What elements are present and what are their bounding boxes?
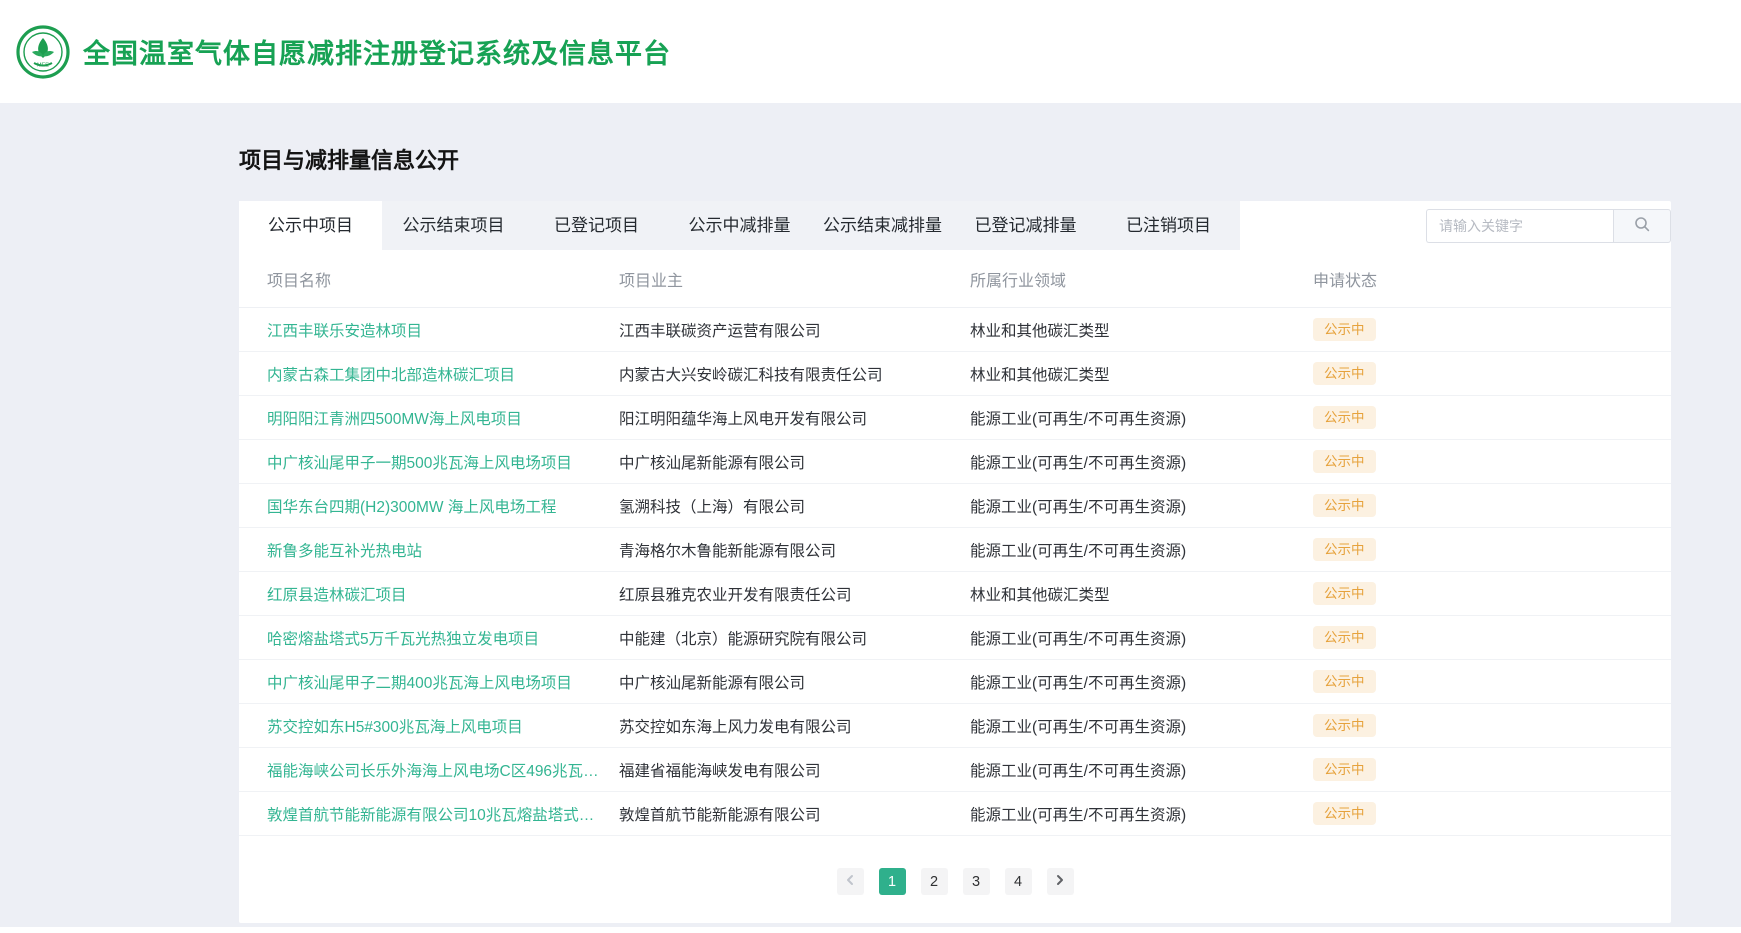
- project-owner-cell: 阳江明阳蕴华海上风电开发有限公司: [619, 407, 970, 429]
- table-row: 江西丰联乐安造林项目 江西丰联碳资产运营有限公司 林业和其他碳汇类型 公示中: [239, 308, 1671, 352]
- search-input[interactable]: [1426, 209, 1613, 243]
- industry-cell: 能源工业(可再生/不可再生资源): [970, 539, 1313, 561]
- project-owner-cell: 中广核汕尾新能源有限公司: [619, 671, 970, 693]
- column-header-project-name: 项目名称: [267, 267, 619, 291]
- project-name-link[interactable]: 明阳阳江青洲四500MW海上风电项目: [267, 407, 619, 429]
- page-button[interactable]: 2: [921, 868, 948, 895]
- industry-cell: 林业和其他碳汇类型: [970, 363, 1313, 385]
- svg-text:MEE: MEE: [37, 62, 49, 68]
- tab-bar: 公示中项目公示结束项目已登记项目公示中减排量公示结束减排量已登记减排量已注销项目: [239, 201, 1240, 250]
- tab-item[interactable]: 公示中项目: [239, 201, 382, 250]
- project-owner-cell: 敦煌首航节能新能源有限公司: [619, 803, 970, 825]
- project-name-link[interactable]: 内蒙古森工集团中北部造林碳汇项目: [267, 363, 619, 385]
- project-owner-cell: 内蒙古大兴安岭碳汇科技有限责任公司: [619, 363, 970, 385]
- industry-cell: 能源工业(可再生/不可再生资源): [970, 627, 1313, 649]
- pagination-pages: 1234: [879, 868, 1032, 895]
- tab-item[interactable]: 已注销项目: [1097, 201, 1240, 250]
- table-row: 明阳阳江青洲四500MW海上风电项目 阳江明阳蕴华海上风电开发有限公司 能源工业…: [239, 396, 1671, 440]
- page-button[interactable]: 1: [879, 868, 906, 895]
- project-name-link[interactable]: 敦煌首航节能新能源有限公司10兆瓦熔盐塔式光热...: [267, 803, 619, 825]
- status-badge: 公示中: [1313, 670, 1376, 694]
- project-owner-cell: 中广核汕尾新能源有限公司: [619, 451, 970, 473]
- table-body: 江西丰联乐安造林项目 江西丰联碳资产运营有限公司 林业和其他碳汇类型 公示中 内…: [239, 308, 1671, 836]
- project-owner-cell: 福建省福能海峡发电有限公司: [619, 759, 970, 781]
- status-badge: 公示中: [1313, 450, 1376, 474]
- status-badge: 公示中: [1313, 494, 1376, 518]
- project-name-link[interactable]: 哈密熔盐塔式5万千瓦光热独立发电项目: [267, 627, 619, 649]
- project-name-link[interactable]: 中广核汕尾甲子一期500兆瓦海上风电场项目: [267, 451, 619, 473]
- mee-logo-icon: MEE: [16, 25, 70, 79]
- industry-cell: 能源工业(可再生/不可再生资源): [970, 759, 1313, 781]
- table-row: 苏交控如东H5#300兆瓦海上风电项目 苏交控如东海上风力发电有限公司 能源工业…: [239, 704, 1671, 748]
- chevron-left-icon: [844, 874, 856, 890]
- table-row: 红原县造林碳汇项目 红原县雅克农业开发有限责任公司 林业和其他碳汇类型 公示中: [239, 572, 1671, 616]
- project-name-link[interactable]: 苏交控如东H5#300兆瓦海上风电项目: [267, 715, 619, 737]
- section-title: 项目与减排量信息公开: [239, 143, 1671, 175]
- table-row: 哈密熔盐塔式5万千瓦光热独立发电项目 中能建（北京）能源研究院有限公司 能源工业…: [239, 616, 1671, 660]
- project-name-link[interactable]: 新鲁多能互补光热电站: [267, 539, 619, 561]
- main-content: 项目与减排量信息公开 公示中项目公示结束项目已登记项目公示中减排量公示结束减排量…: [239, 143, 1671, 923]
- search-button[interactable]: [1613, 209, 1671, 243]
- project-name-link[interactable]: 江西丰联乐安造林项目: [267, 319, 619, 341]
- pagination-next-button[interactable]: [1047, 868, 1074, 895]
- status-badge: 公示中: [1313, 538, 1376, 562]
- table-row: 中广核汕尾甲子二期400兆瓦海上风电场项目 中广核汕尾新能源有限公司 能源工业(…: [239, 660, 1671, 704]
- page-button[interactable]: 3: [963, 868, 990, 895]
- status-badge: 公示中: [1313, 406, 1376, 430]
- tab-item[interactable]: 公示中减排量: [668, 201, 811, 250]
- status-badge: 公示中: [1313, 362, 1376, 386]
- industry-cell: 能源工业(可再生/不可再生资源): [970, 407, 1313, 429]
- industry-cell: 林业和其他碳汇类型: [970, 319, 1313, 341]
- industry-cell: 能源工业(可再生/不可再生资源): [970, 671, 1313, 693]
- table-row: 中广核汕尾甲子一期500兆瓦海上风电场项目 中广核汕尾新能源有限公司 能源工业(…: [239, 440, 1671, 484]
- content-card: 公示中项目公示结束项目已登记项目公示中减排量公示结束减排量已登记减排量已注销项目…: [239, 201, 1671, 923]
- footer-strip: [0, 927, 1741, 933]
- status-badge: 公示中: [1313, 582, 1376, 606]
- card-top: 公示中项目公示结束项目已登记项目公示中减排量公示结束减排量已登记减排量已注销项目: [239, 201, 1671, 250]
- pagination: 1234: [239, 868, 1671, 895]
- project-owner-cell: 红原县雅克农业开发有限责任公司: [619, 583, 970, 605]
- industry-cell: 能源工业(可再生/不可再生资源): [970, 715, 1313, 737]
- column-header-project-owner: 项目业主: [619, 267, 970, 291]
- table-row: 内蒙古森工集团中北部造林碳汇项目 内蒙古大兴安岭碳汇科技有限责任公司 林业和其他…: [239, 352, 1671, 396]
- project-owner-cell: 江西丰联碳资产运营有限公司: [619, 319, 970, 341]
- page-button[interactable]: 4: [1005, 868, 1032, 895]
- chevron-right-icon: [1054, 874, 1066, 890]
- table-row: 福能海峡公司长乐外海海上风电场C区496兆瓦海上... 福建省福能海峡发电有限公…: [239, 748, 1671, 792]
- table-row: 敦煌首航节能新能源有限公司10兆瓦熔盐塔式光热... 敦煌首航节能新能源有限公司…: [239, 792, 1671, 836]
- column-header-status: 申请状态: [1313, 267, 1671, 291]
- app-header: MEE 全国温室气体自愿减排注册登记系统及信息平台: [0, 0, 1741, 103]
- app-title: 全国温室气体自愿减排注册登记系统及信息平台: [83, 32, 671, 71]
- project-owner-cell: 氢溯科技（上海）有限公司: [619, 495, 970, 517]
- project-owner-cell: 苏交控如东海上风力发电有限公司: [619, 715, 970, 737]
- table-header: 项目名称 项目业主 所属行业领域 申请状态: [239, 250, 1671, 308]
- project-owner-cell: 青海格尔木鲁能新能源有限公司: [619, 539, 970, 561]
- tab-item[interactable]: 公示结束项目: [382, 201, 525, 250]
- search-box: [1426, 209, 1671, 243]
- industry-cell: 能源工业(可再生/不可再生资源): [970, 451, 1313, 473]
- status-badge: 公示中: [1313, 714, 1376, 738]
- project-name-link[interactable]: 国华东台四期(H2)300MW 海上风电场工程: [267, 495, 619, 517]
- search-icon: [1634, 216, 1650, 235]
- column-header-industry: 所属行业领域: [970, 267, 1313, 291]
- status-badge: 公示中: [1313, 626, 1376, 650]
- tab-item[interactable]: 已登记项目: [525, 201, 668, 250]
- status-badge: 公示中: [1313, 758, 1376, 782]
- pagination-prev-button[interactable]: [837, 868, 864, 895]
- industry-cell: 能源工业(可再生/不可再生资源): [970, 495, 1313, 517]
- table-row: 新鲁多能互补光热电站 青海格尔木鲁能新能源有限公司 能源工业(可再生/不可再生资…: [239, 528, 1671, 572]
- project-name-link[interactable]: 福能海峡公司长乐外海海上风电场C区496兆瓦海上...: [267, 759, 619, 781]
- status-badge: 公示中: [1313, 318, 1376, 342]
- tab-item[interactable]: 已登记减排量: [954, 201, 1097, 250]
- industry-cell: 林业和其他碳汇类型: [970, 583, 1313, 605]
- project-owner-cell: 中能建（北京）能源研究院有限公司: [619, 627, 970, 649]
- industry-cell: 能源工业(可再生/不可再生资源): [970, 803, 1313, 825]
- project-name-link[interactable]: 红原县造林碳汇项目: [267, 583, 619, 605]
- status-badge: 公示中: [1313, 802, 1376, 826]
- tab-item[interactable]: 公示结束减排量: [811, 201, 954, 250]
- table-row: 国华东台四期(H2)300MW 海上风电场工程 氢溯科技（上海）有限公司 能源工…: [239, 484, 1671, 528]
- project-name-link[interactable]: 中广核汕尾甲子二期400兆瓦海上风电场项目: [267, 671, 619, 693]
